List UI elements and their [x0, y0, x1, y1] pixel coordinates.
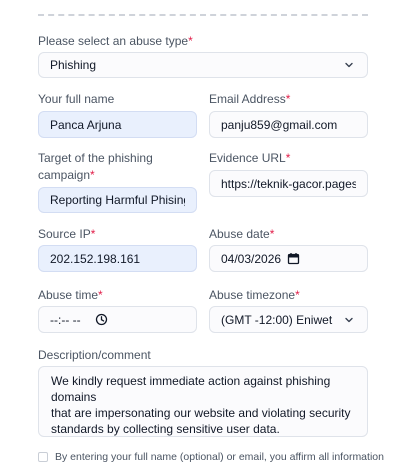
email-label: Email Address*: [209, 92, 291, 106]
target-label: Target of the phishing campaign*: [38, 151, 153, 182]
source-ip-input[interactable]: 202.152.198.161: [38, 245, 197, 272]
email-value: panju859@gmail.com: [221, 117, 338, 132]
description-line: We kindly request immediate action again…: [51, 374, 331, 404]
abuse-type-value: Phishing: [50, 58, 97, 72]
full-name-input[interactable]: Panca Arjuna: [38, 111, 197, 138]
source-ip-label: Source IP*: [38, 227, 96, 241]
abuse-date-label: Abuse date*: [209, 227, 275, 241]
chevron-down-icon: [345, 317, 353, 322]
abuse-timezone-select[interactable]: (GMT -12:00) Eniwet: [209, 306, 368, 333]
abuse-type-select[interactable]: Phishing: [38, 52, 368, 78]
source-ip-value: 202.152.198.161: [50, 251, 141, 266]
target-value: Reporting Harmful Phising l: [50, 193, 185, 207]
full-name-label: Your full name: [38, 92, 115, 106]
abuse-time-input[interactable]: --:-- --: [38, 306, 197, 333]
full-name-value: Panca Arjuna: [50, 117, 122, 132]
abuse-timezone-label: Abuse timezone*: [209, 288, 300, 302]
evidence-url-value: https://teknik-gacor.pages.c: [221, 176, 356, 191]
clock-icon[interactable]: [95, 313, 108, 326]
calendar-icon[interactable]: [287, 252, 300, 265]
abuse-date-value: 04/03/2026: [221, 251, 282, 266]
abuse-time-label: Abuse time*: [38, 288, 103, 302]
target-input[interactable]: Reporting Harmful Phising l: [38, 187, 197, 213]
consent-checkbox[interactable]: [38, 452, 48, 462]
description-line: standards by collecting sensitive user d…: [51, 422, 280, 436]
evidence-url-label: Evidence URL*: [209, 151, 291, 165]
abuse-type-label: Please select an abuse type*: [38, 34, 193, 48]
consent-text: By entering your full name (optional) or…: [55, 451, 384, 463]
evidence-url-input[interactable]: https://teknik-gacor.pages.c: [209, 170, 368, 197]
abuse-time-value: --:-- --: [50, 312, 81, 327]
section-divider: [38, 14, 368, 16]
email-input[interactable]: panju859@gmail.com: [209, 111, 368, 138]
description-label: Description/comment: [38, 348, 151, 362]
chevron-down-icon: [345, 62, 353, 68]
description-line: that are impersonating our website and v…: [51, 406, 351, 420]
abuse-date-input[interactable]: 04/03/2026: [209, 245, 368, 272]
abuse-timezone-value: (GMT -12:00) Eniwet: [221, 312, 333, 327]
description-textarea[interactable]: We kindly request immediate action again…: [38, 366, 368, 437]
